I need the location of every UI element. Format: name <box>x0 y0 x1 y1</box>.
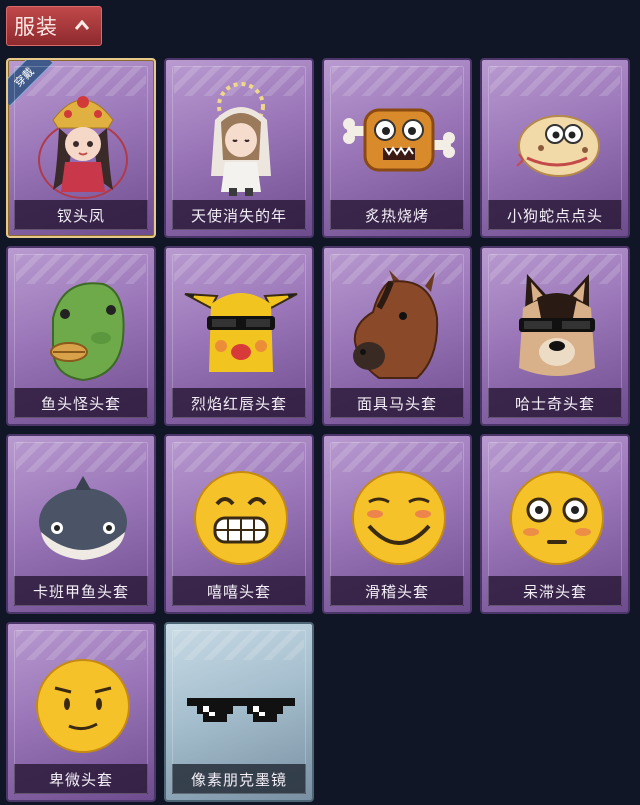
costume-name-bar: 小狗蛇点点头 <box>488 200 622 230</box>
costume-name-bar: 像素朋克墨镜 <box>172 764 306 794</box>
costume-card-5[interactable]: 鱼头怪头套 <box>6 246 156 426</box>
costume-name: 炙热烧烤 <box>364 206 429 225</box>
costume-name: 呆滞头套 <box>522 582 587 601</box>
fish-head-mask-icon <box>50 282 125 382</box>
costume-card-1[interactable]: 穿戴 钗头凤 <box>6 58 156 238</box>
costume-name-bar: 鱼头怪头套 <box>14 388 148 418</box>
costume-name-bar: 面具马头套 <box>330 388 464 418</box>
costume-name-bar: 炙热烧烤 <box>330 200 464 230</box>
angel-girl-icon <box>211 82 271 196</box>
costume-name-bar: 滑稽头套 <box>330 576 464 606</box>
grin-emoji-head-icon <box>194 471 288 565</box>
costume-card-14[interactable]: 像素朋克墨镜 <box>164 622 314 802</box>
humble-emoji-head-icon <box>36 659 130 753</box>
costume-card-11[interactable]: 滑稽头套 <box>322 434 472 614</box>
costume-name-bar: 呆滞头套 <box>488 576 622 606</box>
costume-card-7[interactable]: 面具马头套 <box>322 246 472 426</box>
costume-name-bar: 天使消失的年 <box>172 200 306 230</box>
costume-name: 卑微头套 <box>48 770 113 789</box>
costume-name-bar: 嘻嘻头套 <box>172 576 306 606</box>
costume-name: 嘻嘻头套 <box>206 582 271 601</box>
costume-grid: 穿戴 钗头凤 天使消失的年 炙热烧烤 小狗蛇点点头 鱼头怪头套 烈焰红唇头套 面… <box>6 58 634 802</box>
costume-name: 钗头凤 <box>56 206 105 225</box>
costume-name: 小狗蛇点点头 <box>506 206 603 225</box>
costume-name-bar: 烈焰红唇头套 <box>172 388 306 418</box>
costume-name: 烈焰红唇头套 <box>190 394 287 413</box>
funny-emoji-head-icon <box>352 471 446 565</box>
costume-card-4[interactable]: 小狗蛇点点头 <box>480 58 630 238</box>
costume-name: 滑稽头套 <box>364 582 429 601</box>
costume-card-12[interactable]: 呆滞头套 <box>480 434 630 614</box>
costume-card-2[interactable]: 天使消失的年 <box>164 58 314 238</box>
costume-name-bar: 卡班甲鱼头套 <box>14 576 148 606</box>
husky-mask-icon <box>519 274 595 376</box>
costume-card-9[interactable]: 卡班甲鱼头套 <box>6 434 156 614</box>
costume-name: 面具马头套 <box>356 394 437 413</box>
section-title: 服装 <box>14 15 58 39</box>
costume-name-bar: 哈士奇头套 <box>488 388 622 418</box>
cartoon-snake-head-icon <box>516 115 600 177</box>
costume-card-3[interactable]: 炙热烧烤 <box>322 58 472 238</box>
pixel-sunglasses-icon <box>187 698 295 722</box>
bbq-meat-face-icon <box>343 108 455 172</box>
horse-mask-icon <box>353 270 439 379</box>
costume-name: 像素朋克墨镜 <box>190 770 287 789</box>
costume-card-13[interactable]: 卑微头套 <box>6 622 156 802</box>
section-tab-costume[interactable]: 服装 <box>6 6 102 46</box>
yellow-pikachu-mask-icon <box>184 293 298 372</box>
costume-name: 卡班甲鱼头套 <box>32 582 129 601</box>
gray-whale-head-icon <box>39 476 127 560</box>
costume-name: 天使消失的年 <box>190 206 287 225</box>
chevron-up-icon <box>75 20 89 30</box>
costume-card-8[interactable]: 哈士奇头套 <box>480 246 630 426</box>
dazed-emoji-head-icon <box>510 471 604 565</box>
phoenix-crown-doll-icon <box>38 96 128 199</box>
costume-name-bar: 卑微头套 <box>14 764 148 794</box>
costume-name-bar: 钗头凤 <box>14 200 148 230</box>
costume-name: 鱼头怪头套 <box>40 394 121 413</box>
costume-card-6[interactable]: 烈焰红唇头套 <box>164 246 314 426</box>
costume-card-10[interactable]: 嘻嘻头套 <box>164 434 314 614</box>
costume-name: 哈士奇头套 <box>514 394 595 413</box>
